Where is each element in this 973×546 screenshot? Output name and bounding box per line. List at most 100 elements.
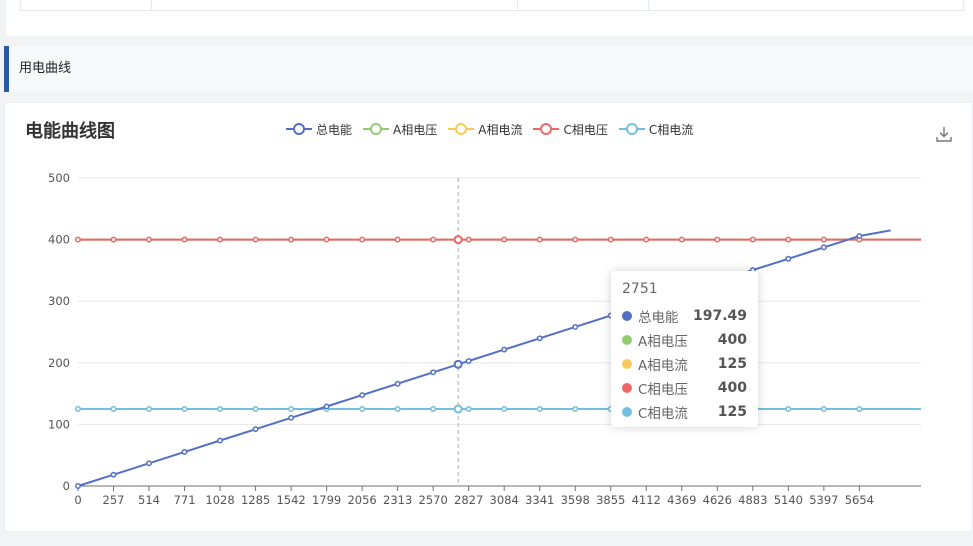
tooltip-value: 400 (717, 332, 747, 348)
legend-item-c-phase-voltage[interactable]: C相电压 (533, 120, 608, 138)
data-point (785, 406, 792, 412)
y-tick-label: 200 (48, 356, 70, 370)
data-point (75, 406, 81, 412)
x-tick-label: 1285 (241, 493, 270, 507)
legend-label: A相电流 (478, 122, 523, 137)
data-point (465, 236, 472, 243)
bottom-strip (0, 536, 973, 546)
top-panel (6, 0, 973, 36)
data-point (607, 236, 614, 243)
tooltip-row: A相电压 400 (622, 328, 747, 352)
tooltip-row: C相电压 400 (622, 376, 747, 400)
legend-item-a-phase-voltage[interactable]: A相电压 (363, 120, 437, 138)
data-point (146, 460, 152, 467)
data-point (181, 236, 188, 243)
legend-item-a-phase-current[interactable]: A相电流 (448, 120, 522, 138)
tooltip-marker (622, 311, 632, 321)
chart-card: 0 100 200 300 400 500 0 257 514 771 1028 1285 1542 17… (4, 102, 973, 532)
tooltip-row: A相电流 125 (622, 352, 747, 376)
legend-item-total-energy[interactable]: 总电能 (286, 120, 352, 138)
data-point (359, 392, 366, 399)
data-point (217, 236, 224, 243)
x-tick-label: 4112 (632, 493, 661, 507)
data-point (453, 359, 463, 369)
tooltip-value: 197.49 (692, 308, 747, 324)
tooltip-marker (622, 359, 632, 369)
x-tick-label: 0 (74, 493, 81, 507)
data-point (501, 346, 508, 353)
tooltip-series-name: C相电压 (638, 382, 688, 398)
data-point (536, 335, 543, 342)
data-point (643, 236, 650, 243)
data-point (323, 403, 330, 410)
tooltip-marker (622, 407, 632, 417)
data-point (288, 414, 295, 421)
chart-legend: 总电能 A相电压 A相电流 C相电压 C相电流 (286, 120, 704, 138)
tooltip-series-name: A相电压 (638, 334, 688, 350)
data-point (252, 406, 259, 412)
legend-label: 总电能 (316, 122, 353, 137)
x-tick-label: 514 (138, 493, 160, 507)
data-point (820, 244, 827, 251)
data-point (75, 236, 81, 243)
legend-line-icon (363, 123, 390, 135)
data-point (394, 380, 401, 387)
x-tick-label: 1799 (312, 493, 341, 507)
tooltip-series-name: A相电流 (638, 358, 688, 374)
info-table (20, 0, 964, 11)
tooltip-series-name: C相电流 (638, 406, 688, 422)
data-point (359, 236, 366, 243)
data-point (430, 236, 437, 243)
x-tick-label: 2827 (454, 493, 483, 507)
legend-line-icon (618, 123, 645, 135)
data-point (785, 255, 792, 262)
data-point (856, 406, 863, 412)
legend-label: A相电压 (393, 122, 438, 137)
data-point (856, 233, 863, 239)
legend-line-icon (533, 123, 560, 135)
data-point (359, 406, 366, 412)
section-accent-bar (4, 46, 9, 92)
x-tick-label: 2056 (347, 493, 376, 507)
x-tick-label: 4883 (738, 493, 767, 507)
data-point (453, 404, 463, 414)
data-point (572, 236, 579, 243)
x-tick-label: 4369 (667, 493, 696, 507)
section-header: 用电曲线 (4, 46, 973, 92)
x-tick-label: 3084 (490, 493, 519, 507)
data-point (323, 236, 330, 243)
x-tick-label: 4626 (703, 493, 732, 507)
y-tick-label: 0 (63, 479, 70, 493)
legend-line-icon (448, 123, 475, 135)
data-point (749, 236, 756, 243)
data-point (288, 406, 295, 412)
x-tick-label: 257 (103, 493, 125, 507)
data-point (572, 406, 579, 412)
x-tick-label: 2570 (419, 493, 448, 507)
data-point (217, 437, 224, 444)
tooltip-marker (622, 335, 632, 345)
data-point (181, 448, 188, 455)
tooltip-row: 总电能 197.49 (622, 304, 747, 328)
line-chart[interactable]: 0 100 200 300 400 500 0 257 514 771 1028 1285 1542 17… (5, 103, 972, 531)
data-point (430, 406, 437, 412)
data-point (465, 358, 472, 364)
data-point (110, 236, 117, 243)
data-point (678, 236, 685, 243)
x-tick-label: 2313 (383, 493, 412, 507)
data-point (75, 483, 81, 489)
data-point (714, 236, 721, 243)
download-icon[interactable] (935, 125, 953, 143)
data-point (536, 236, 543, 243)
data-point (252, 236, 259, 243)
x-tick-label: 3341 (525, 493, 554, 507)
data-point (288, 236, 295, 243)
x-tick-label: 1542 (276, 493, 305, 507)
data-point (572, 323, 579, 330)
tooltip-series-name: 总电能 (638, 310, 679, 326)
x-tick-label: 5654 (845, 493, 874, 507)
data-point (453, 235, 463, 245)
y-tick-label: 500 (48, 171, 70, 185)
legend-item-c-phase-current[interactable]: C相电流 (618, 120, 693, 138)
data-point (394, 406, 401, 412)
